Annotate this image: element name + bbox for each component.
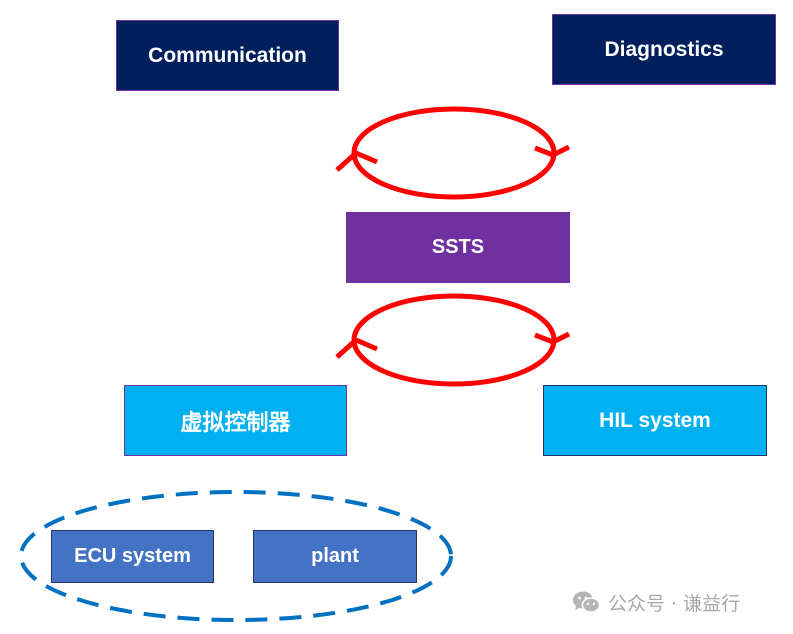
ssts-node: SSTS	[346, 212, 570, 283]
ssts-label: SSTS	[431, 236, 485, 258]
plant-label: plant	[311, 545, 359, 567]
hil-system-node: HIL system	[543, 385, 767, 456]
ecu-system-node: ECU system	[51, 530, 214, 583]
upper-cycle-arrowhead-left-b	[355, 150, 378, 165]
lower-cycle-arrowhead-right-a	[534, 332, 554, 345]
upper-cycle-ellipse	[351, 106, 557, 200]
watermark: 公众号 · 谦益行	[572, 588, 740, 616]
hil-system-label: HIL system	[599, 408, 711, 432]
lower-cycle-arrow	[335, 293, 571, 387]
upper-cycle-arrowhead-left-a	[335, 151, 358, 172]
virtual-controller-node: 虚拟控制器	[124, 385, 347, 456]
virtual-controller-label: 虚拟控制器	[180, 409, 291, 435]
communication-node: Communication	[116, 20, 339, 91]
lower-cycle-arrowhead-left-a	[335, 338, 358, 359]
ecu-system-label: ECU system	[74, 545, 191, 567]
upper-cycle-arrow	[335, 106, 571, 200]
communication-label: Communication	[148, 43, 307, 67]
wechat-icon	[572, 590, 601, 614]
plant-node: plant	[253, 530, 417, 583]
lower-cycle-ellipse	[351, 293, 557, 387]
watermark-text: 公众号 · 谦益行	[608, 592, 741, 615]
diagnostics-node: Diagnostics	[552, 14, 776, 85]
upper-cycle-arrowhead-right-a	[534, 145, 554, 158]
diagnostics-label: Diagnostics	[604, 37, 724, 61]
lower-cycle-arrowhead-left-b	[355, 337, 378, 352]
